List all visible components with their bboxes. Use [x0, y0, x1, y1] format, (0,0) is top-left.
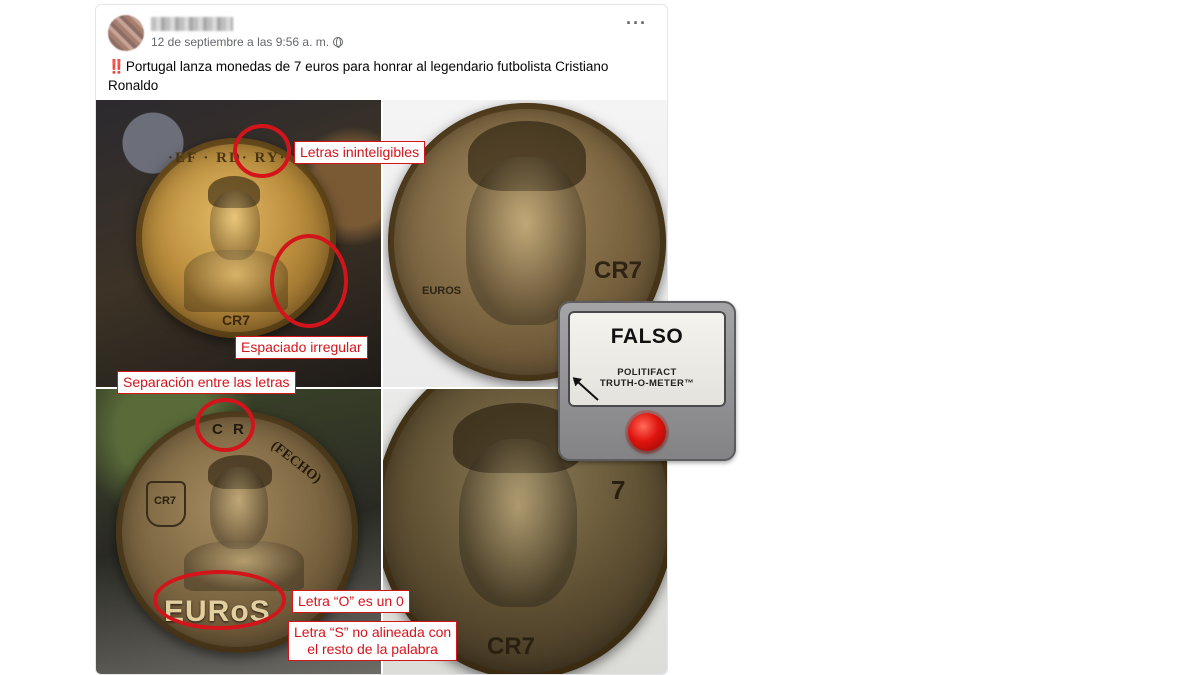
- author-name-blurred[interactable]: [151, 17, 233, 31]
- meter-verdict: FALSO: [610, 325, 684, 348]
- annotation-circle-euros: [153, 570, 286, 630]
- meter-face: FALSO POLITIFACT TRUTH-O-METER™: [568, 311, 726, 407]
- timestamp-text[interactable]: 12 de septiembre a las 9:56 a. m.: [151, 35, 329, 49]
- annotation-label-espaciado: Espaciado irregular: [235, 336, 368, 359]
- annotation-circle-spacing: [270, 234, 348, 328]
- coin-right-numeral: 7: [611, 475, 626, 505]
- post-timestamp[interactable]: 12 de septiembre a las 9:56 a. m.: [151, 35, 344, 49]
- emblem-text: CR7: [154, 495, 177, 507]
- coin-right-text: CR7: [594, 257, 643, 284]
- meter-brand-line2: TRUTH-O-METER™: [599, 378, 695, 389]
- annotation-circle-separation: [195, 398, 255, 452]
- coin-left-text: EUROS: [422, 285, 462, 297]
- double-exclamation-icon: ‼️: [108, 59, 125, 74]
- meter-brand-line1: POLITIFACT: [617, 367, 677, 378]
- more-options-button[interactable]: ···: [626, 14, 647, 32]
- annotation-label-letra-s: Letra “S” no alineada con el resto de la…: [288, 621, 458, 661]
- cr7-emblem: CR7: [146, 481, 186, 527]
- coin-rim-text: (FECHO): [267, 438, 324, 487]
- annotation-label-letras: Letras ininteligibles: [294, 141, 426, 164]
- truth-o-meter: FALSO POLITIFACT TRUTH-O-METER™: [558, 301, 736, 461]
- coin-bottom-text: CR7: [222, 312, 251, 328]
- author-avatar[interactable]: [108, 15, 144, 51]
- annotation-circle-letters: [233, 124, 291, 178]
- meter-brand: POLITIFACT TRUTH-O-METER™: [568, 367, 726, 389]
- annotation-label-letra-s-line1: Letra “S” no alineada con: [294, 624, 452, 640]
- meter-red-button: [628, 413, 666, 451]
- annotation-label-separacion: Separación entre las letras: [117, 371, 296, 394]
- coin-portrait: [459, 439, 577, 607]
- annotation-label-letra-o: Letra “O” es un 0: [292, 590, 410, 613]
- coin-portrait: [466, 157, 586, 325]
- annotation-label-letra-s-line2: el resto de la palabra: [307, 641, 438, 657]
- globe-icon: [333, 37, 344, 48]
- coin-bottom-text: CR7: [487, 633, 536, 660]
- post-body: Portugal lanza monedas de 7 euros para h…: [108, 59, 609, 93]
- coin-portrait: [210, 467, 268, 549]
